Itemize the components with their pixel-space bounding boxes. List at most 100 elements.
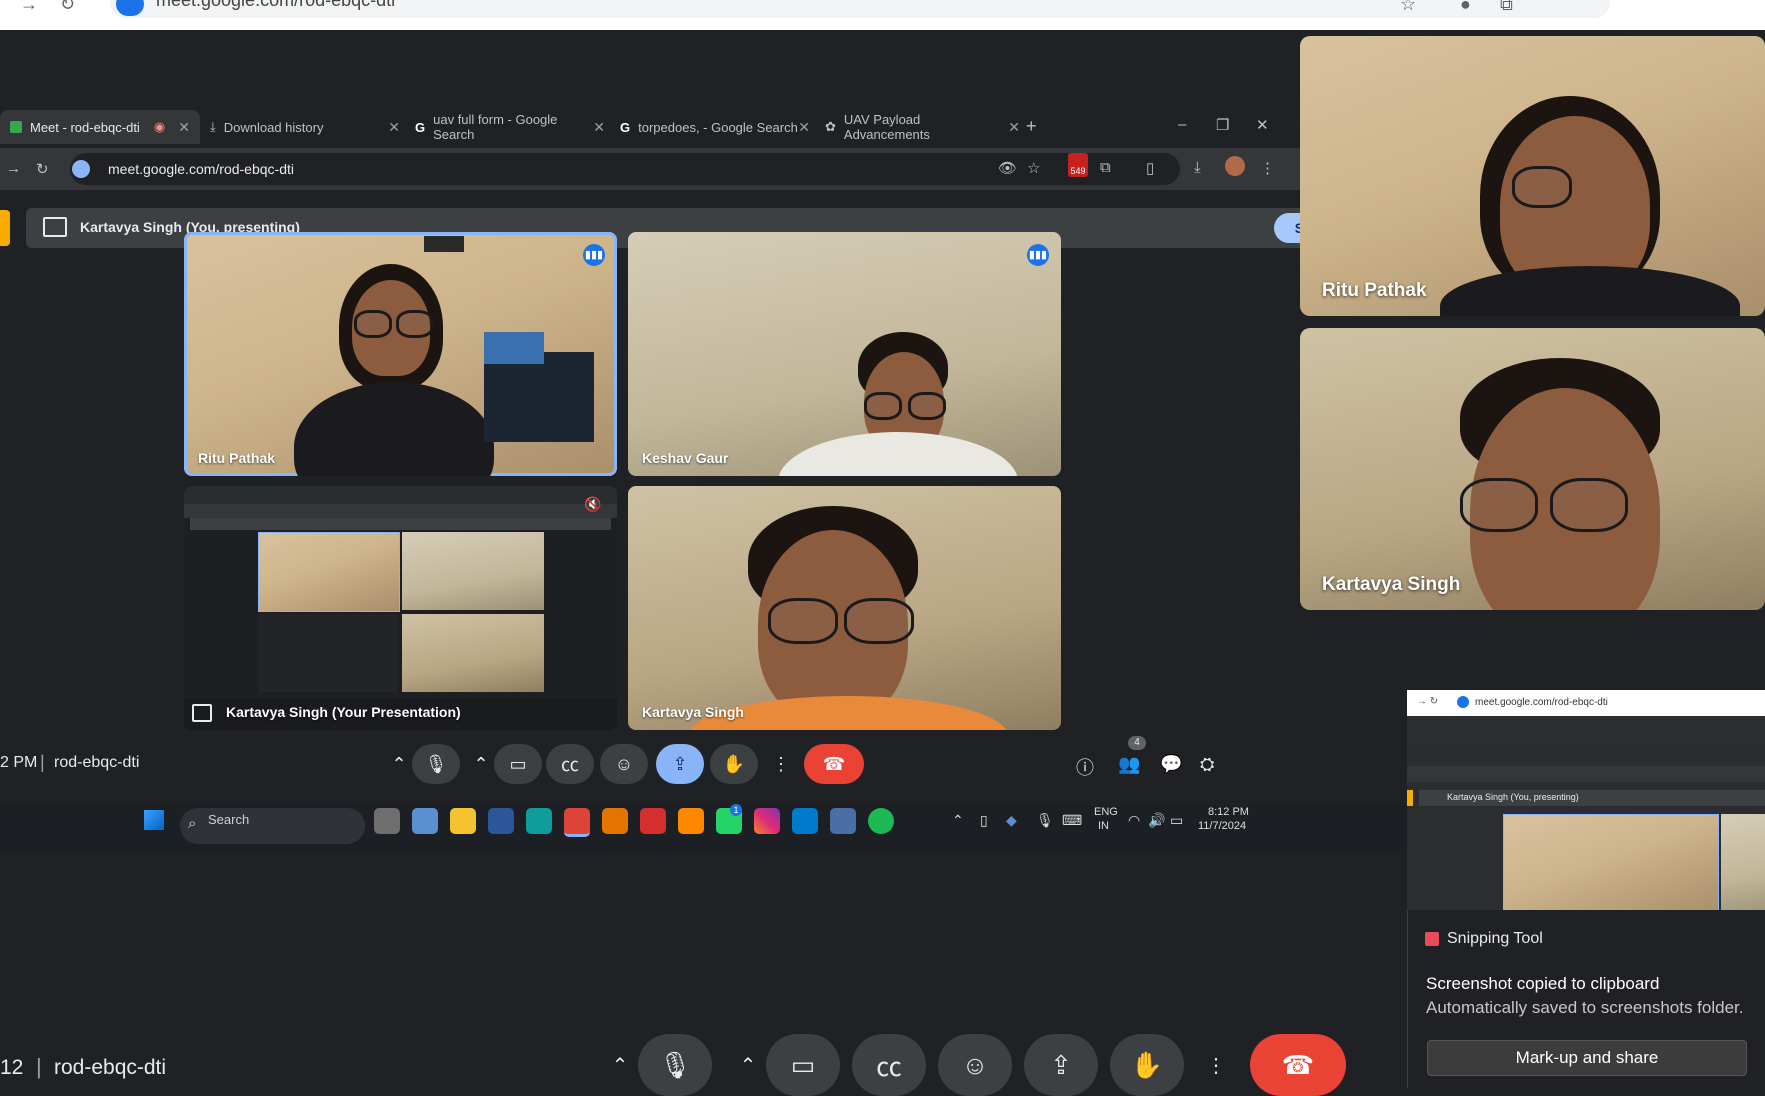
hand-icon: ✋ [1130, 1049, 1164, 1080]
extensions-icon[interactable]: ⧉ [1500, 0, 1513, 15]
presentation-tile[interactable]: Kartavya Singh (Your Presentation) 🔇 [184, 486, 617, 730]
settings-icon[interactable] [412, 808, 438, 834]
glasses [1550, 478, 1628, 532]
spotify-icon[interactable] [868, 808, 894, 834]
meeting-code: rod-ebqc-dti [54, 1056, 167, 1079]
leave-call-button[interactable]: ☎ [804, 744, 864, 784]
language-region: IN [1098, 820, 1109, 832]
reload-icon[interactable]: ↻ [60, 0, 75, 15]
profile-icon[interactable]: ● [1460, 0, 1471, 15]
audio-options-chevron-icon[interactable]: ⌃ [600, 1034, 640, 1096]
snip-preview[interactable]: → ↻ meet.google.com/rod-ebqc-dti Kartavy… [1407, 690, 1765, 910]
close-tab-icon[interactable]: ✕ [593, 119, 605, 136]
restore-button[interactable]: ❐ [1216, 116, 1229, 134]
bookmark-star-icon[interactable]: ☆ [1027, 159, 1040, 177]
reload-icon[interactable]: ↻ [36, 160, 49, 178]
audio-options-chevron-icon[interactable]: ⌃ [384, 744, 414, 784]
present-button[interactable]: ⇪ [656, 744, 704, 784]
meeting-code: rod-ebqc-dti [54, 754, 140, 771]
captions-button[interactable]: ㏄ [852, 1034, 926, 1096]
raise-hand-button[interactable]: ✋ [1110, 1034, 1184, 1096]
tab-download-history[interactable]: ⤓ Download history ✕ [200, 110, 410, 144]
markup-and-share-button[interactable]: Mark-up and share [1427, 1040, 1747, 1076]
task-view-icon[interactable] [374, 808, 400, 834]
glasses [396, 310, 434, 338]
edge-icon[interactable] [526, 808, 552, 834]
new-tab-button[interactable]: + [1026, 116, 1037, 137]
people-icon[interactable]: 👥 [1118, 754, 1140, 775]
participant-tile-kartavya[interactable]: Kartavya Singh [628, 486, 1061, 730]
side-tile-ritu[interactable]: Ritu Pathak [1300, 36, 1765, 316]
present-button[interactable]: ⇪ [1024, 1034, 1098, 1096]
info-icon[interactable]: ⓘ [1076, 754, 1094, 780]
battery-icon[interactable]: ▭ [1170, 812, 1183, 829]
clock-time[interactable]: 8:12 PM [1208, 806, 1249, 818]
minimize-button[interactable]: – [1178, 116, 1186, 133]
hand-icon: ✋ [722, 753, 746, 774]
tab-meet[interactable]: Meet - rod-ebqc-dti ◉ ✕ [0, 110, 200, 144]
video-options-chevron-icon[interactable]: ⌃ [466, 744, 496, 784]
google-icon: G [415, 119, 426, 135]
more-menu-icon[interactable]: ⋮ [1260, 159, 1275, 177]
activities-icon[interactable]: ⛭ [1200, 754, 1214, 775]
file-explorer-icon[interactable] [450, 808, 476, 834]
chrome-icon[interactable] [564, 808, 590, 837]
usb-icon[interactable]: ▯ [980, 812, 988, 829]
more-options-button[interactable]: ⋮ [1196, 1034, 1236, 1096]
reading-list-icon[interactable]: ▯ [1146, 159, 1154, 177]
microphone-icon[interactable]: 🎙 [1036, 812, 1054, 829]
participant-tile-ritu[interactable]: ▮▮▮ Ritu Pathak [184, 232, 617, 476]
language-indicator[interactable]: ENG [1094, 806, 1118, 818]
forward-icon[interactable]: → [20, 0, 38, 15]
wifi-icon[interactable]: ◠ [1128, 812, 1140, 829]
avatar[interactable] [1225, 156, 1245, 176]
instagram-icon[interactable] [754, 808, 780, 834]
leave-call-button[interactable]: ☎ [1250, 1034, 1346, 1096]
chat-icon[interactable]: 💬 [1160, 754, 1182, 775]
participant-name: Kartavya Singh [1322, 574, 1461, 595]
bookmark-star-icon[interactable]: ☆ [1400, 0, 1416, 15]
side-tile-kartavya[interactable]: Kartavya Singh [1300, 328, 1765, 610]
preview-addressbar [1407, 766, 1765, 782]
extensions-icon[interactable]: ⧉ [1100, 159, 1111, 176]
vlc-icon[interactable] [678, 808, 704, 834]
captions-button[interactable]: ㏄ [546, 744, 594, 784]
vscode-icon[interactable] [792, 808, 818, 834]
word-icon[interactable] [488, 808, 514, 834]
tab-uav-search[interactable]: G uav full form - Google Search ✕ [405, 110, 615, 144]
app-icon[interactable] [830, 808, 856, 834]
mini-addressbar [184, 504, 617, 518]
site-info-icon[interactable] [72, 160, 90, 178]
tab-uav-payload[interactable]: ✿ UAV Payload Advancements ✕ [815, 110, 1030, 144]
eye-icon[interactable]: 👁 [998, 159, 1017, 177]
site-info-icon [1457, 696, 1469, 708]
close-tab-icon[interactable]: ✕ [798, 119, 810, 136]
tab-torpedoes-search[interactable]: G torpedoes, - Google Search ✕ [610, 110, 820, 144]
raise-hand-button[interactable]: ✋ [710, 744, 758, 784]
windows-start-icon[interactable] [144, 810, 164, 830]
close-tab-icon[interactable]: ✕ [388, 119, 400, 136]
participant-tile-keshav[interactable]: ▮▮▮ Keshav Gaur [628, 232, 1061, 476]
defender-icon[interactable]: ◆ [1006, 812, 1017, 829]
chrome-profile-icon[interactable] [602, 808, 628, 834]
volume-icon[interactable]: 🔊 [1148, 812, 1165, 829]
close-tab-icon[interactable]: ✕ [178, 119, 190, 136]
acrobat-icon[interactable] [640, 808, 666, 834]
download-icon[interactable]: ⤓ [1194, 159, 1201, 176]
microphone-button[interactable]: 🎙 [638, 1034, 712, 1096]
video-options-chevron-icon[interactable]: ⌃ [728, 1034, 768, 1096]
clock-date[interactable]: 11/7/2024 [1198, 820, 1246, 832]
camera-button[interactable]: ▭ [766, 1034, 840, 1096]
keyboard-icon[interactable]: ⌨ [1062, 812, 1082, 829]
reactions-button[interactable]: ☺ [938, 1034, 1012, 1096]
close-window-button[interactable]: ✕ [1256, 116, 1269, 134]
extension-badge[interactable]: 549 [1068, 153, 1088, 177]
more-options-button[interactable]: ⋮ [766, 744, 796, 784]
forward-icon[interactable]: → [6, 160, 21, 177]
close-tab-icon[interactable]: ✕ [1008, 119, 1020, 136]
meeting-time: 2 PM [0, 754, 38, 771]
chevron-up-icon[interactable]: ⌃ [952, 812, 964, 829]
reactions-button[interactable]: ☺ [600, 744, 648, 784]
microphone-button[interactable]: 🎙 [412, 744, 460, 784]
camera-button[interactable]: ▭ [494, 744, 542, 784]
